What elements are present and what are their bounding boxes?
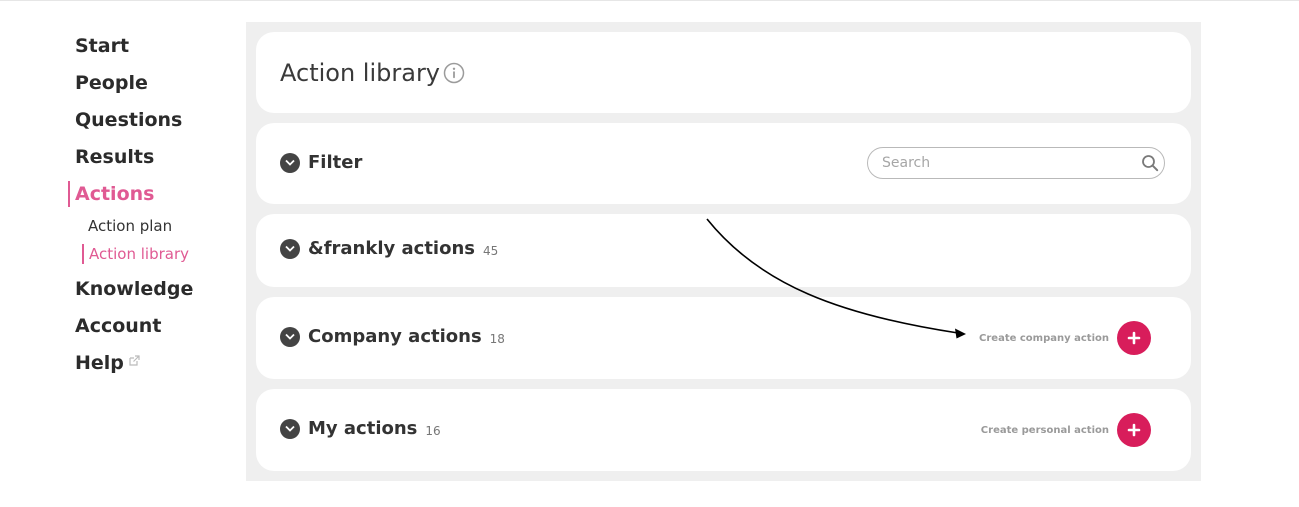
nav-action-library[interactable]: Action library: [82, 244, 238, 264]
nav-results[interactable]: Results: [68, 144, 238, 181]
my-actions-label: My actions: [308, 418, 418, 439]
title-card: Action library: [256, 32, 1191, 113]
company-actions-count: 18: [489, 331, 505, 346]
frankly-actions-count: 45: [483, 243, 499, 258]
nav-help-label: Help: [75, 352, 124, 374]
frankly-actions-label: &frankly actions: [308, 238, 475, 259]
search-icon[interactable]: [1141, 154, 1159, 172]
external-link-icon: [129, 355, 140, 366]
my-actions-count: 16: [425, 423, 441, 438]
top-divider: [0, 0, 1299, 1]
plus-icon[interactable]: [1117, 413, 1151, 447]
frankly-actions-card: &frankly actions 45: [256, 214, 1191, 287]
chevron-down-icon: [280, 238, 300, 259]
chevron-down-icon: [280, 326, 300, 347]
nav-people[interactable]: People: [68, 70, 238, 107]
create-personal-action-label: Create personal action: [980, 424, 1109, 436]
frankly-actions-toggle[interactable]: &frankly actions 45: [280, 238, 498, 259]
filter-toggle[interactable]: Filter: [280, 152, 362, 173]
create-company-action-label: Create company action: [979, 332, 1109, 344]
nav-questions[interactable]: Questions: [68, 107, 238, 144]
sidebar: Start People Questions Results Actions A…: [68, 33, 238, 387]
chevron-down-icon: [280, 152, 300, 173]
company-actions-label: Company actions: [308, 326, 482, 347]
my-actions-card: My actions 16 Create personal action: [256, 389, 1191, 471]
nav-help[interactable]: Help: [68, 350, 238, 387]
nav-account[interactable]: Account: [68, 313, 238, 350]
company-actions-card: Company actions 18 Create company action: [256, 297, 1191, 379]
search-input[interactable]: [867, 147, 1165, 179]
filter-card: Filter: [256, 123, 1191, 204]
company-actions-toggle[interactable]: Company actions 18: [280, 326, 505, 347]
create-company-action-button[interactable]: Create company action: [979, 321, 1151, 355]
nav-actions[interactable]: Actions: [68, 181, 238, 207]
nav-start[interactable]: Start: [68, 33, 238, 70]
plus-icon[interactable]: [1117, 321, 1151, 355]
info-icon[interactable]: [443, 62, 465, 84]
chevron-down-icon: [280, 418, 300, 439]
main-panel: Action library Filter &frankly actions 4…: [246, 22, 1201, 481]
my-actions-toggle[interactable]: My actions 16: [280, 418, 441, 439]
filter-label: Filter: [308, 152, 363, 173]
nav-knowledge[interactable]: Knowledge: [68, 276, 238, 313]
page-title: Action library: [280, 59, 441, 87]
nav-action-plan[interactable]: Action plan: [68, 216, 238, 244]
create-personal-action-button[interactable]: Create personal action: [981, 413, 1151, 447]
